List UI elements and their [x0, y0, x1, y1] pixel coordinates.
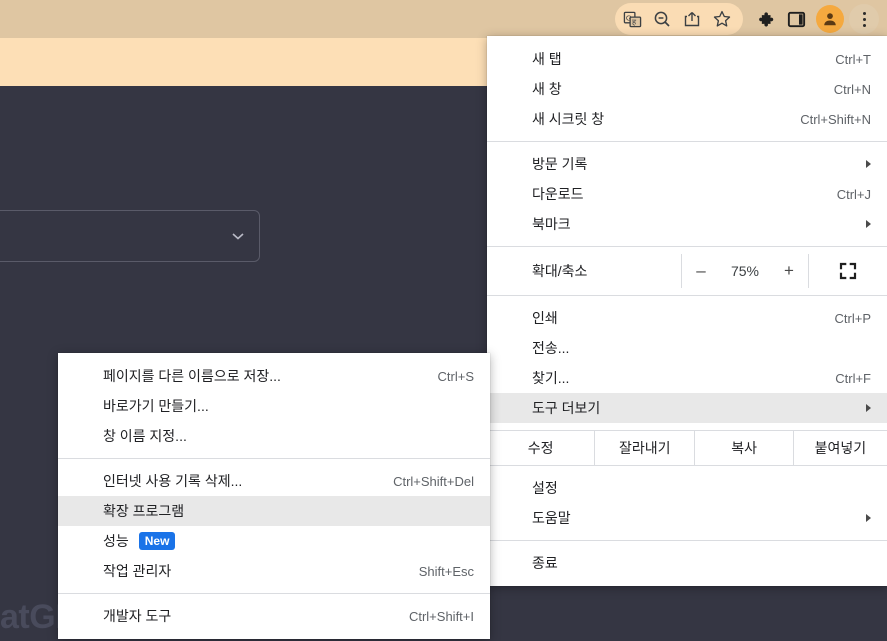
menu-item-label: 방문 기록 [532, 156, 588, 172]
menu-item-settings[interactable]: 설정 [487, 473, 887, 503]
extensions-puzzle-icon[interactable] [751, 4, 781, 34]
three-dots-glyph [862, 11, 866, 27]
chevron-right-icon [866, 404, 871, 412]
zoom-decrease-button[interactable]: – [684, 261, 718, 281]
submenu-item-create-shortcut[interactable]: 바로가기 만들기... [58, 391, 490, 421]
side-panel-icon[interactable] [781, 4, 811, 34]
menu-separator [487, 295, 887, 296]
menu-item-label: 인터넷 사용 기록 삭제... [103, 473, 243, 489]
menu-item-cast[interactable]: 전송... [487, 333, 887, 363]
menu-separator [487, 141, 887, 142]
menu-separator [487, 246, 887, 247]
chevron-down-icon [231, 229, 245, 248]
edit-copy-button[interactable]: 복사 [694, 431, 792, 465]
menu-item-label: 찾기... [532, 370, 570, 386]
menu-item-shortcut: Shift+Esc [418, 563, 474, 579]
more-tools-submenu: 페이지를 다른 이름으로 저장... Ctrl+S 바로가기 만들기... 창 … [58, 353, 490, 639]
browser-window: atGP G ह 새 탭 Ctrl+T 새 창 Ctrl+N 새 시크릿 창 C… [0, 0, 887, 641]
zoom-controls: – 75% + [681, 254, 808, 288]
new-badge: New [138, 532, 176, 550]
menu-spacer [487, 466, 887, 473]
menu-item-print[interactable]: 인쇄 Ctrl+P [487, 303, 887, 333]
edit-label: 수정 [527, 440, 554, 456]
menu-item-label: 도구 더보기 [532, 400, 601, 416]
menu-item-label: 새 탭 [532, 51, 562, 67]
profile-avatar-icon[interactable] [816, 5, 844, 33]
menu-item-edit-row: 수정 잘라내기 복사 붙여넣기 [487, 430, 887, 466]
menu-item-label: 창 이름 지정... [103, 428, 187, 444]
edit-paste-button[interactable]: 붙여넣기 [792, 431, 887, 465]
menu-item-label: 확장 프로그램 [103, 503, 185, 519]
zoom-increase-button[interactable]: + [772, 261, 806, 281]
menu-item-label: 다운로드 [532, 186, 584, 202]
bookmark-star-icon[interactable] [707, 4, 737, 34]
menu-item-new-window[interactable]: 새 창 Ctrl+N [487, 74, 887, 104]
menu-item-shortcut: Ctrl+Shift+N [800, 111, 871, 127]
menu-item-label: 종료 [532, 555, 558, 571]
chevron-right-icon [866, 514, 871, 522]
menu-separator [487, 540, 887, 541]
chrome-menu-icon[interactable] [849, 4, 879, 34]
submenu-item-clear-browsing-data[interactable]: 인터넷 사용 기록 삭제... Ctrl+Shift+Del [58, 466, 490, 496]
menu-item-exit[interactable]: 종료 [487, 548, 887, 578]
zoom-level-value: 75% [730, 263, 760, 279]
submenu-item-developer-tools[interactable]: 개발자 도구 Ctrl+Shift+I [58, 601, 490, 631]
toolbar-action-group: G ह [615, 0, 881, 38]
menu-item-new-tab[interactable]: 새 탭 Ctrl+T [487, 44, 887, 74]
menu-item-shortcut: Ctrl+T [835, 51, 871, 67]
browser-toolbar: G ह [0, 0, 887, 38]
menu-item-new-incognito-window[interactable]: 새 시크릿 창 Ctrl+Shift+N [487, 104, 887, 134]
menu-item-label: 개발자 도구 [103, 608, 172, 624]
menu-item-label: 성능 [103, 533, 129, 549]
translate-icon[interactable]: G ह [617, 4, 647, 34]
submenu-item-save-page-as[interactable]: 페이지를 다른 이름으로 저장... Ctrl+S [58, 361, 490, 391]
menu-item-more-tools[interactable]: 도구 더보기 [487, 393, 887, 423]
menu-item-history[interactable]: 방문 기록 [487, 149, 887, 179]
submenu-item-extensions[interactable]: 확장 프로그램 [58, 496, 490, 526]
menu-item-label: 페이지를 다른 이름으로 저장... [103, 368, 281, 384]
zoom-label: 확대/축소 [532, 263, 588, 279]
submenu-item-task-manager[interactable]: 작업 관리자 Shift+Esc [58, 556, 490, 586]
edit-cut-button[interactable]: 잘라내기 [594, 431, 694, 465]
menu-item-bookmarks[interactable]: 북마크 [487, 209, 887, 239]
submenu-item-name-window[interactable]: 창 이름 지정... [58, 421, 490, 451]
menu-item-shortcut: Ctrl+N [833, 81, 871, 97]
menu-item-label: 도움말 [532, 510, 571, 526]
submenu-item-performance[interactable]: 성능 New [58, 526, 490, 556]
menu-item-help[interactable]: 도움말 [487, 503, 887, 533]
menu-item-label: 북마크 [532, 216, 571, 232]
zoom-out-icon[interactable] [647, 4, 677, 34]
menu-separator [58, 458, 490, 459]
menu-item-find[interactable]: 찾기... Ctrl+F [487, 363, 887, 393]
chrome-main-menu: 새 탭 Ctrl+T 새 창 Ctrl+N 새 시크릿 창 Ctrl+Shift… [487, 36, 887, 586]
menu-item-label: 작업 관리자 [103, 563, 172, 579]
menu-item-shortcut: Ctrl+Shift+I [408, 608, 474, 624]
page-select-dropdown[interactable] [0, 210, 260, 262]
chevron-right-icon [866, 160, 871, 168]
menu-item-label: 전송... [532, 340, 570, 356]
omnibox-action-icons: G ह [615, 3, 743, 35]
menu-item-downloads[interactable]: 다운로드 Ctrl+J [487, 179, 887, 209]
menu-separator [58, 593, 490, 594]
menu-item-shortcut: Ctrl+S [437, 368, 474, 384]
menu-spacer [487, 423, 887, 430]
share-icon[interactable] [677, 4, 707, 34]
menu-item-label: 설정 [532, 480, 558, 496]
menu-item-shortcut: Ctrl+P [834, 310, 871, 326]
menu-item-label: 새 창 [532, 81, 562, 97]
menu-item-shortcut: Ctrl+Shift+Del [393, 473, 474, 489]
menu-item-zoom: 확대/축소 – 75% + [487, 254, 887, 288]
menu-item-shortcut: Ctrl+J [836, 186, 871, 202]
menu-item-label: 바로가기 만들기... [103, 398, 209, 414]
chevron-right-icon [866, 220, 871, 228]
menu-item-label: 새 시크릿 창 [532, 111, 605, 127]
fullscreen-icon[interactable] [808, 254, 887, 288]
menu-item-shortcut: Ctrl+F [835, 370, 871, 386]
menu-item-label: 인쇄 [532, 310, 558, 326]
